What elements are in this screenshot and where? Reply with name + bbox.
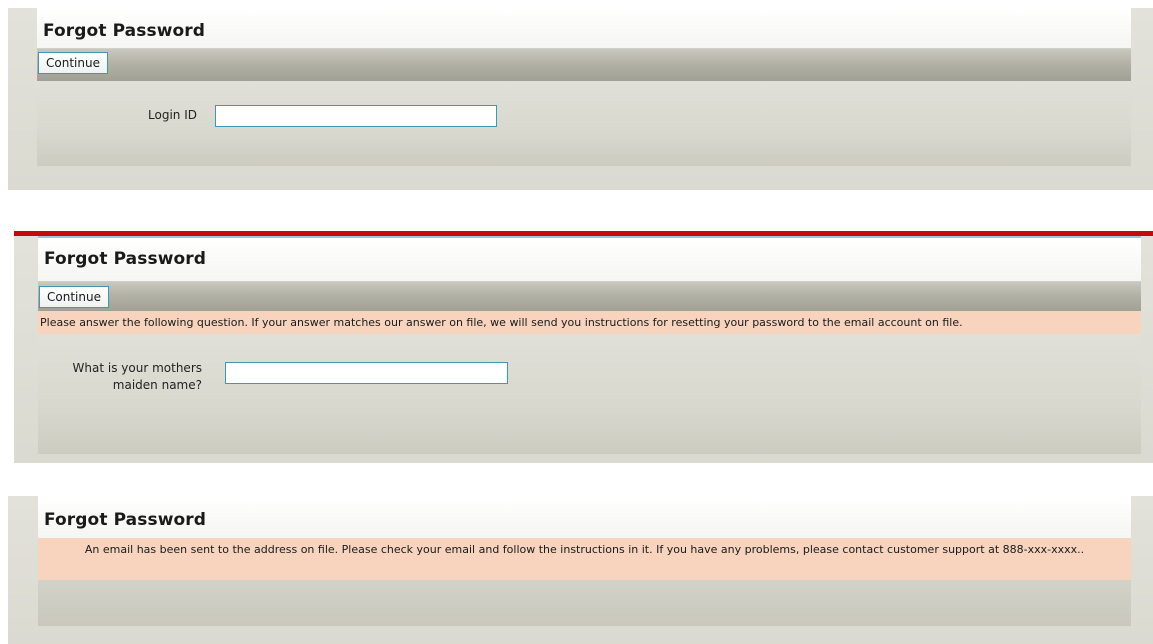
continue-button[interactable]: Continue	[39, 286, 109, 308]
security-question-label: What is your mothers maiden name?	[72, 361, 202, 392]
screen-1-toolbar: Continue	[37, 48, 1131, 82]
page-title: Forgot Password	[44, 510, 207, 530]
page-title: Forgot Password	[44, 249, 207, 269]
email-sent-notice: An email has been sent to the address on…	[38, 538, 1131, 580]
screen-2-panel: Forgot Password Continue Please answer t…	[38, 238, 1141, 454]
screen-3-title-bar: Forgot Password	[38, 496, 1131, 538]
screen-1-title-bar: Forgot Password	[37, 8, 1131, 48]
login-id-input[interactable]	[215, 105, 497, 127]
security-question-notice: Please answer the following question. If…	[38, 311, 1141, 334]
screen-1-form-area: Login ID	[37, 81, 1131, 166]
page-title: Forgot Password	[43, 21, 206, 41]
screen-2-form-area: What is your mothers maiden name?	[38, 334, 1141, 454]
screen-1-panel: Forgot Password Continue Login ID	[37, 8, 1131, 166]
continue-button[interactable]: Continue	[38, 52, 108, 74]
screen-3-body-area	[38, 580, 1131, 626]
screen-2-toolbar: Continue	[38, 281, 1141, 312]
screen-3-panel: Forgot Password An email has been sent t…	[38, 496, 1131, 626]
login-id-label: Login ID	[148, 108, 197, 122]
screen-2-title-bar: Forgot Password	[38, 238, 1141, 281]
security-answer-input[interactable]	[225, 362, 508, 384]
